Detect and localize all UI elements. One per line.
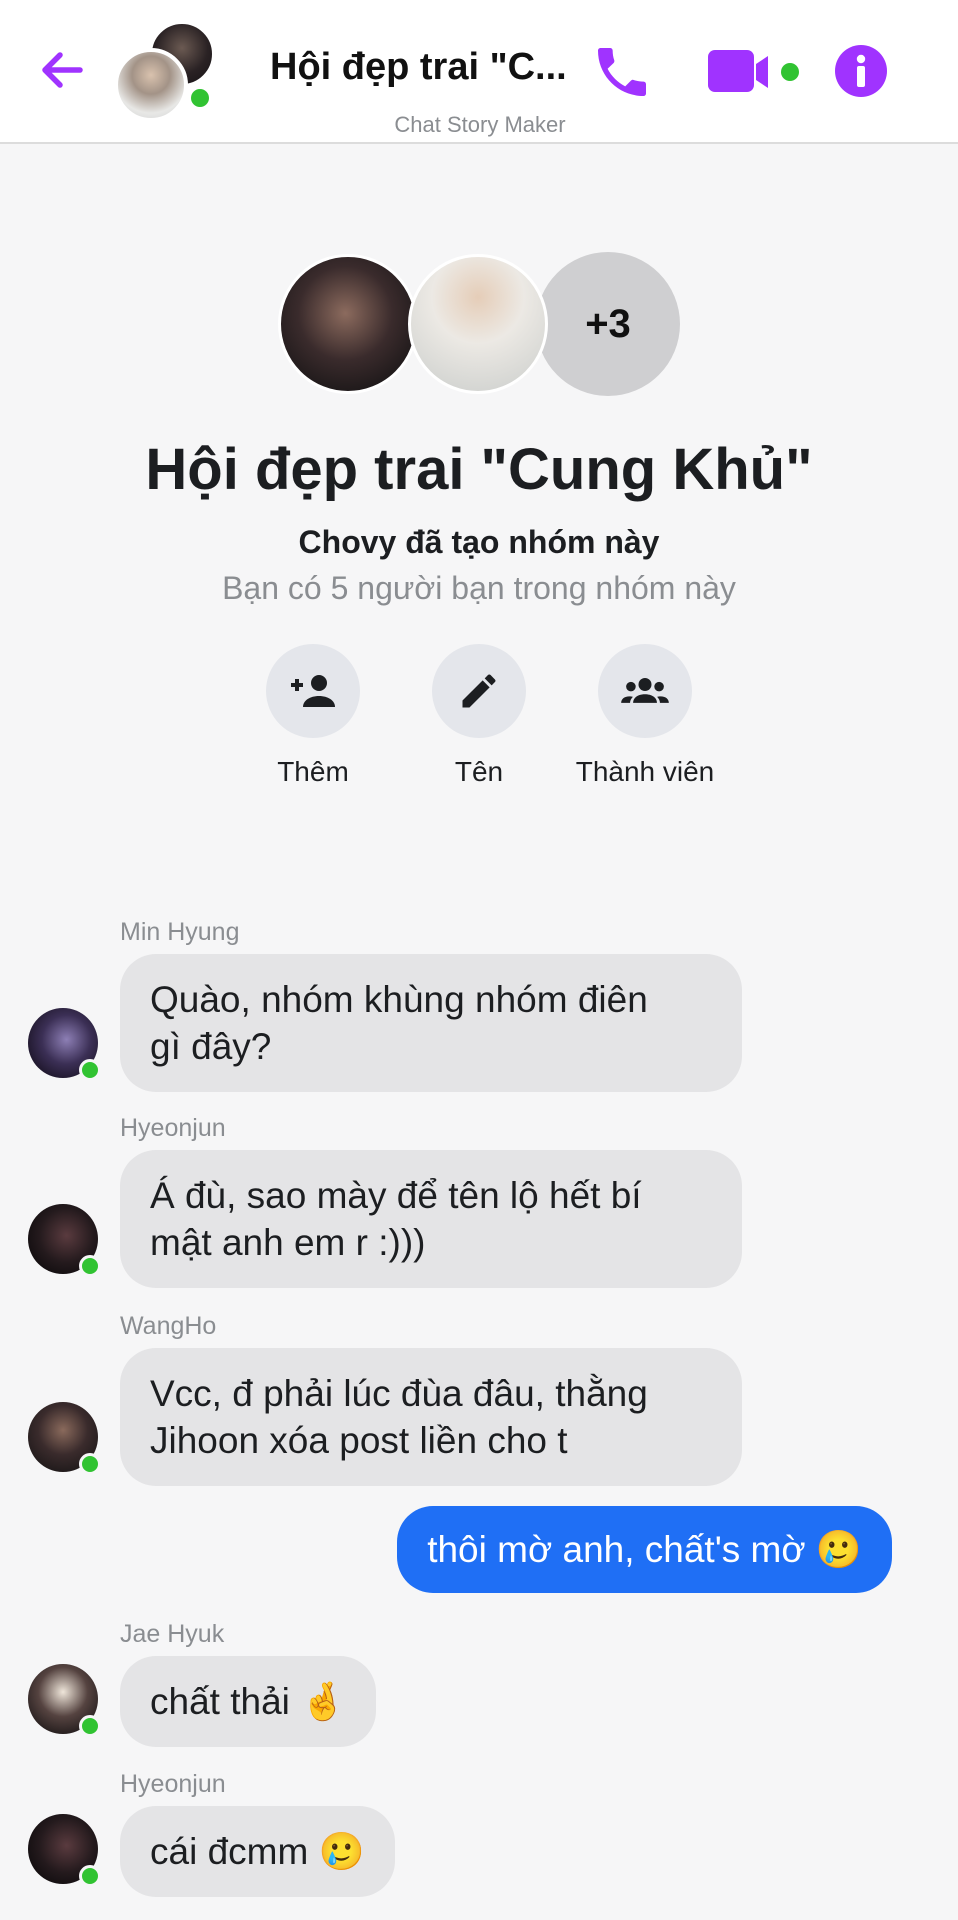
phone-icon xyxy=(598,48,646,96)
more-members-badge: +3 xyxy=(536,252,680,396)
sender-name: Hyeonjun xyxy=(120,1114,226,1142)
message-line: mật anh em r :))) xyxy=(150,1222,426,1263)
message-text: chất thải 🤞 xyxy=(150,1681,347,1722)
avatar xyxy=(278,254,418,394)
group-friends-text: Bạn có 5 người bạn trong nhóm này xyxy=(222,570,736,606)
online-indicator xyxy=(79,1715,101,1737)
avatar[interactable] xyxy=(28,1814,101,1887)
message-bubble[interactable]: Quào, nhóm khùng nhóm điên gì đây? xyxy=(120,954,742,1092)
sender-name: WangHo xyxy=(120,1312,217,1340)
message-bubble[interactable]: Á đù, sao mày để tên lộ hết bí mật anh e… xyxy=(120,1150,742,1288)
avatar xyxy=(408,254,548,394)
video-call-button[interactable] xyxy=(706,46,806,98)
message-line: Jihoon xóa post liền cho t xyxy=(150,1420,568,1461)
group-creator-text: Chovy đã tạo nhóm này xyxy=(298,524,660,560)
message-bubble[interactable]: chất thải 🤞 xyxy=(120,1656,377,1747)
message-line: Vcc, đ phải lúc đùa đâu, thằng xyxy=(150,1373,648,1414)
avatar[interactable] xyxy=(28,1204,101,1277)
members-button[interactable]: Thành viên xyxy=(545,644,745,788)
group-icon xyxy=(621,678,669,703)
message-text: cái đcmm 🥲 xyxy=(150,1831,365,1872)
message-line: Á đù, sao mày để tên lộ hết bí xyxy=(150,1175,642,1216)
info-button[interactable] xyxy=(834,44,888,98)
members-label: Thành viên xyxy=(575,756,715,787)
avatar[interactable] xyxy=(28,1664,101,1737)
message-bubble[interactable]: Vcc, đ phải lúc đùa đâu, thằng Jihoon xó… xyxy=(120,1348,742,1486)
watermark-text: Chat Story Maker xyxy=(394,112,566,137)
back-button[interactable] xyxy=(34,42,90,98)
rename-group-circle xyxy=(432,644,526,738)
sender-name: Hyeonjun xyxy=(120,1770,226,1798)
group-name: Hội đẹp trai "Cung Khủ" xyxy=(145,437,813,502)
pencil-icon xyxy=(462,674,496,708)
message-line: Quào, nhóm khùng nhóm điên xyxy=(150,979,648,1020)
add-member-circle xyxy=(266,644,360,738)
sender-name: Min Hyung xyxy=(120,918,240,946)
outgoing-message-bubble[interactable]: thôi mờ anh, chất's mờ 🥲 xyxy=(397,1506,892,1593)
chat-header: Hội đẹp trai "C... Chat Story Maker xyxy=(0,0,958,144)
message-line: gì đây? xyxy=(150,1026,272,1067)
online-indicator xyxy=(79,1865,101,1887)
add-person-icon xyxy=(291,675,335,707)
sender-name: Jae Hyuk xyxy=(120,1620,225,1648)
avatar[interactable] xyxy=(28,1008,101,1081)
members-circle xyxy=(598,644,692,738)
arrow-left-icon xyxy=(42,52,83,88)
audio-call-button[interactable] xyxy=(590,40,654,104)
chat-title[interactable]: Hội đẹp trai "C... xyxy=(270,46,570,89)
avatar[interactable] xyxy=(28,1402,101,1475)
message-text: thôi mờ anh, chất's mờ 🥲 xyxy=(427,1529,862,1570)
header-group-avatar[interactable] xyxy=(112,20,222,122)
online-indicator xyxy=(188,86,212,110)
group-avatar-stack: +3 xyxy=(278,250,680,400)
video-camera-icon xyxy=(708,50,799,92)
online-indicator xyxy=(79,1255,101,1277)
online-indicator xyxy=(79,1059,101,1081)
message-bubble[interactable]: cái đcmm 🥲 xyxy=(120,1806,395,1897)
online-indicator xyxy=(79,1453,101,1475)
avatar xyxy=(114,48,188,122)
info-icon xyxy=(835,45,887,97)
